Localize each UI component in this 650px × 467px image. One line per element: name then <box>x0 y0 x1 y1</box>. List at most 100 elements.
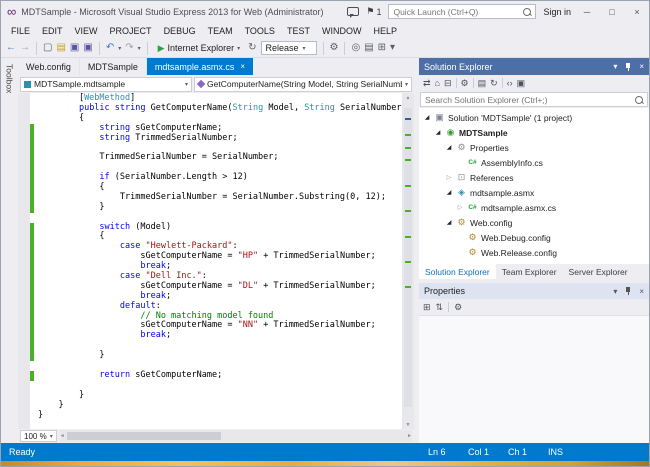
scrollbar-thumb[interactable] <box>67 432 221 440</box>
feedback-icon[interactable] <box>347 7 359 16</box>
start-debug-button[interactable]: ▶Internet Explorer▾ <box>154 42 244 55</box>
menu-file[interactable]: FILE <box>5 24 36 38</box>
chevron-down-icon[interactable]: ▾ <box>138 45 141 52</box>
expand-arrow-icon[interactable]: ◢ <box>434 129 442 136</box>
scroll-right-icon[interactable]: ► <box>407 432 412 441</box>
window-position-icon[interactable]: ▾ <box>613 287 617 296</box>
minimize-button[interactable]: ─ <box>578 7 596 17</box>
close-panel-button[interactable]: × <box>639 62 644 71</box>
navigate-backward-icon[interactable]: ← <box>6 43 16 53</box>
auto-hide-button[interactable] <box>624 287 632 295</box>
close-button[interactable]: × <box>628 7 646 17</box>
notifications-flag[interactable]: ⚑ 1 <box>366 6 381 17</box>
scrollbar-thumb[interactable] <box>404 108 412 407</box>
menu-project[interactable]: PROJECT <box>104 24 158 38</box>
tree-item[interactable]: ▷C#mdtsample.asmx.cs <box>419 200 649 215</box>
zoom-control[interactable]: 100 % ▾ <box>20 430 57 442</box>
tree-item[interactable]: ◢◉MDTSample <box>419 125 649 140</box>
collapse-all-icon[interactable]: ⊟ <box>444 78 452 89</box>
properties-header[interactable]: Properties ▾ × <box>419 283 649 299</box>
code-line[interactable]: } <box>30 391 402 401</box>
open-file-icon[interactable]: ▤ <box>56 43 65 53</box>
chevron-down-icon[interactable]: ▾ <box>118 45 121 52</box>
navigate-forward-icon[interactable]: → <box>20 43 30 53</box>
sign-in-link[interactable]: Sign in <box>543 7 571 17</box>
code-line[interactable]: } <box>30 401 402 411</box>
horizontal-scrollbar-track[interactable] <box>65 430 407 442</box>
tree-item[interactable]: C#AssemblyInfo.cs <box>419 155 649 170</box>
tree-item[interactable]: ▷⊡References <box>419 170 649 185</box>
refresh-icon[interactable]: ↻ <box>490 78 498 89</box>
tree-item[interactable]: ⚙Web.Debug.config <box>419 230 649 245</box>
toolbar-overflow-icon[interactable]: ▾ <box>390 43 395 53</box>
code-line[interactable]: } <box>30 351 402 361</box>
menu-test[interactable]: TEST <box>281 24 316 38</box>
find-icon[interactable]: ◎ <box>351 43 360 53</box>
build-icon[interactable]: ⚙ <box>330 43 339 53</box>
scroll-down-icon[interactable]: ▼ <box>402 420 414 429</box>
expand-arrow-icon[interactable]: ◢ <box>445 189 453 196</box>
document-tab[interactable]: Web.config <box>18 58 80 75</box>
properties-icon[interactable]: ⚙ <box>461 78 469 89</box>
menu-tools[interactable]: TOOLS <box>239 24 281 38</box>
alphabetical-icon[interactable]: ⇅ <box>436 302 444 313</box>
menu-help[interactable]: HELP <box>367 24 403 38</box>
save-all-icon[interactable]: ▣ <box>83 43 92 53</box>
scrollbar-track[interactable] <box>402 102 414 420</box>
new-file-icon[interactable]: ▢ <box>43 43 52 53</box>
solution-search-input[interactable]: Search Solution Explorer (Ctrl+;) <box>420 92 648 107</box>
solution-explorer-icon[interactable]: ▤ <box>364 43 373 53</box>
solution-explorer-header[interactable]: Solution Explorer ▾ × <box>419 58 649 75</box>
expand-arrow-icon[interactable]: ◢ <box>423 114 431 121</box>
expand-arrow-icon[interactable]: ◢ <box>445 219 453 226</box>
code-line[interactable]: public string GetComputerName(String Mod… <box>30 104 402 114</box>
property-pages-icon[interactable]: ⚙ <box>454 302 462 313</box>
code-line[interactable] <box>30 381 402 391</box>
horizontal-scrollbar[interactable]: ◄ ► <box>60 430 412 442</box>
undo-icon[interactable]: ↶ <box>106 43 114 53</box>
tree-item[interactable]: ◢⚙Web.config <box>419 215 649 230</box>
quick-launch-input[interactable]: Quick Launch (Ctrl+Q) <box>388 4 536 19</box>
menu-team[interactable]: TEAM <box>202 24 239 38</box>
panel-tab-solution-explorer[interactable]: Solution Explorer <box>419 264 496 279</box>
breakpoint-gutter[interactable] <box>18 93 30 429</box>
tree-item[interactable]: ◢⚙Properties <box>419 140 649 155</box>
tree-item[interactable]: ◢▣Solution 'MDTSample' (1 project) <box>419 110 649 125</box>
maximize-button[interactable]: □ <box>603 7 621 17</box>
collapse-arrow-icon[interactable]: ▷ <box>456 204 464 211</box>
menu-edit[interactable]: EDIT <box>36 24 69 38</box>
categorized-icon[interactable]: ⊞ <box>423 302 431 313</box>
types-dropdown[interactable]: MDTSample.mdtsample ▾ <box>20 77 192 92</box>
view-code-icon[interactable]: ‹› <box>507 78 513 88</box>
panel-tab-server-explorer[interactable]: Server Explorer <box>563 264 634 279</box>
code-line[interactable]: break; <box>30 331 402 341</box>
code-line[interactable]: return sGetComputerName; <box>30 371 402 381</box>
save-icon[interactable]: ▣ <box>70 43 79 53</box>
home-icon[interactable]: ⌂ <box>435 78 440 88</box>
code-line[interactable]: } <box>30 203 402 213</box>
close-panel-button[interactable]: × <box>639 287 644 296</box>
sync-with-active-document-icon[interactable]: ⇄ <box>423 78 431 89</box>
scroll-up-icon[interactable]: ▲ <box>402 93 414 102</box>
preview-icon[interactable]: ▣ <box>517 78 526 89</box>
document-tab[interactable]: mdtsample.asmx.cs× <box>147 58 253 75</box>
panel-tab-team-explorer[interactable]: Team Explorer <box>496 264 563 279</box>
auto-hide-button[interactable] <box>624 63 632 71</box>
menu-debug[interactable]: DEBUG <box>158 24 202 38</box>
tree-item[interactable]: ⚙Web.Release.config <box>419 245 649 260</box>
code-line[interactable]: } <box>30 411 402 421</box>
vertical-scrollbar[interactable]: ▲ ▼ <box>402 93 414 429</box>
toolbox-tab[interactable]: Toolbox <box>1 58 18 443</box>
menu-view[interactable]: VIEW <box>69 24 104 38</box>
menu-window[interactable]: WINDOW <box>316 24 368 38</box>
properties-window-icon[interactable]: ⊞ <box>378 43 386 53</box>
window-position-icon[interactable]: ▾ <box>613 62 617 71</box>
code-line[interactable]: string TrimmedSerialNumber; <box>30 134 402 144</box>
show-all-files-icon[interactable]: ▤ <box>478 78 487 89</box>
document-tab[interactable]: MDTSample <box>80 58 147 75</box>
redo-icon[interactable]: ↷ <box>125 43 133 53</box>
collapse-arrow-icon[interactable]: ▷ <box>445 174 453 181</box>
tree-item[interactable]: ◢◈mdtsample.asmx <box>419 185 649 200</box>
members-dropdown[interactable]: GetComputerName(String Model, String Ser… <box>194 77 412 92</box>
expand-arrow-icon[interactable]: ◢ <box>445 144 453 151</box>
